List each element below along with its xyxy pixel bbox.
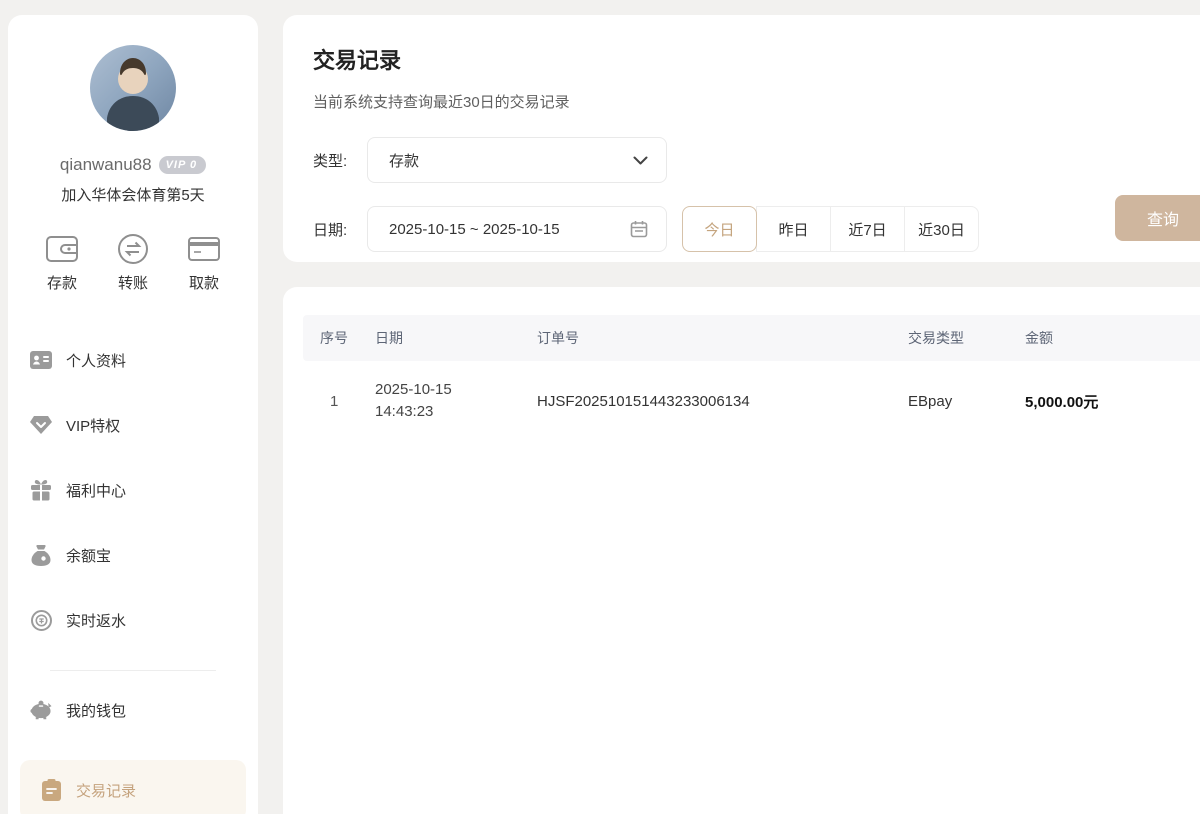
sidebar-item-welfare[interactable]: 福利中心 (30, 475, 236, 505)
date-range-input[interactable]: 2025-10-15 ~ 2025-10-15 (367, 206, 667, 252)
table-header-row: 序号 日期 订单号 交易类型 金额 (303, 315, 1200, 361)
sidebar-item-transactions[interactable]: 交易记录 (20, 760, 246, 814)
quick-range-group: 今日 昨日 近7日 近30日 (682, 206, 979, 252)
cell-transaction-type: EBpay (908, 393, 1025, 410)
range-7days-button[interactable]: 近7日 (830, 206, 905, 252)
date-range-value: 2025-10-15 ~ 2025-10-15 (389, 221, 630, 238)
bank-card-icon (187, 231, 221, 267)
rebate-coin-icon (30, 609, 52, 631)
sidebar-item-label: 余额宝 (66, 545, 111, 566)
page-title: 交易记录 (313, 43, 1194, 75)
transactions-table-card: 序号 日期 订单号 交易类型 金额 1 2025-10-15 14:43:23 … (283, 287, 1200, 814)
sidebar-item-profile[interactable]: 个人资料 (30, 345, 236, 375)
range-30days-button[interactable]: 近30日 (904, 206, 979, 252)
sidebar-item-rebate[interactable]: 实时返水 (30, 605, 236, 635)
join-days-text: 加入华体会体育第5天 (8, 184, 258, 205)
type-label: 类型: (313, 150, 367, 171)
calendar-icon (630, 220, 648, 238)
col-header-type: 交易类型 (908, 328, 1025, 348)
chevron-down-icon (633, 156, 648, 165)
quick-actions: 存款 转账 取款 (8, 231, 258, 293)
quick-action-deposit[interactable]: 存款 (34, 231, 90, 293)
cell-date-day: 2025-10-15 (375, 381, 452, 398)
sidebar-item-label: 交易记录 (76, 780, 136, 801)
wallet-deposit-icon (45, 231, 79, 267)
vip-badge: VIP 0 (159, 156, 207, 174)
id-card-icon (30, 349, 52, 371)
cell-row-number: 1 (320, 393, 375, 410)
type-select-value: 存款 (389, 150, 633, 171)
sidebar: qianwanu88 VIP 0 加入华体会体育第5天 存款 (8, 15, 258, 814)
quick-action-label: 转账 (118, 272, 148, 293)
col-header-order: 订单号 (537, 328, 908, 348)
cell-date: 2025-10-15 14:43:23 (375, 379, 537, 423)
sidebar-item-vip[interactable]: VIP特权 (30, 410, 236, 440)
sidebar-item-yuebao[interactable]: 余额宝 (30, 540, 236, 570)
sidebar-item-label: 实时返水 (66, 610, 126, 631)
col-header-date: 日期 (375, 328, 537, 348)
search-button[interactable]: 查询 (1115, 195, 1200, 241)
sidebar-item-label: VIP特权 (66, 415, 120, 436)
cell-date-time: 14:43:23 (375, 403, 433, 420)
cell-order-number: HJSF202510151443233006134 (537, 393, 908, 410)
range-yesterday-button[interactable]: 昨日 (756, 206, 831, 252)
page-subtitle: 当前系统支持查询最近30日的交易记录 (313, 91, 1194, 112)
sidebar-item-label: 我的钱包 (66, 700, 126, 721)
gift-icon (30, 479, 52, 501)
transfer-arrows-icon (116, 231, 150, 267)
range-today-button[interactable]: 今日 (682, 206, 757, 252)
user-row: qianwanu88 VIP 0 (8, 155, 258, 175)
quick-action-label: 取款 (189, 272, 219, 293)
date-filter-row: 日期: 2025-10-15 ~ 2025-10-15 今日 昨日 近7日 近3… (313, 206, 1194, 252)
table-row: 1 2025-10-15 14:43:23 HJSF20251015144323… (303, 379, 1200, 423)
filter-card: 交易记录 当前系统支持查询最近30日的交易记录 类型: 存款 日期: 2025-… (283, 15, 1200, 262)
col-header-no: 序号 (320, 328, 375, 348)
vip-gem-icon (30, 414, 52, 436)
quick-action-withdraw[interactable]: 取款 (176, 231, 232, 293)
sidebar-menu: 个人资料 VIP特权 (8, 345, 258, 814)
sidebar-item-label: 个人资料 (66, 350, 126, 371)
col-header-amount: 金额 (1025, 328, 1200, 348)
user-avatar[interactable] (90, 45, 176, 131)
piggy-bank-icon (30, 699, 52, 721)
sidebar-divider (50, 670, 216, 671)
sidebar-item-wallet[interactable]: 我的钱包 (30, 695, 236, 725)
order-list-icon (40, 779, 62, 801)
quick-action-label: 存款 (47, 272, 77, 293)
username: qianwanu88 (60, 155, 152, 175)
date-label: 日期: (313, 219, 367, 240)
main-content: 交易记录 当前系统支持查询最近30日的交易记录 类型: 存款 日期: 2025-… (283, 15, 1200, 814)
sidebar-item-label: 福利中心 (66, 480, 126, 501)
type-select[interactable]: 存款 (367, 137, 667, 183)
type-filter-row: 类型: 存款 (313, 137, 1194, 183)
account-page: qianwanu88 VIP 0 加入华体会体育第5天 存款 (0, 0, 1200, 814)
money-bag-icon (30, 544, 52, 566)
cell-amount: 5,000.00元 (1025, 391, 1200, 412)
quick-action-transfer[interactable]: 转账 (105, 231, 161, 293)
avatar-photo-placeholder (90, 45, 176, 131)
